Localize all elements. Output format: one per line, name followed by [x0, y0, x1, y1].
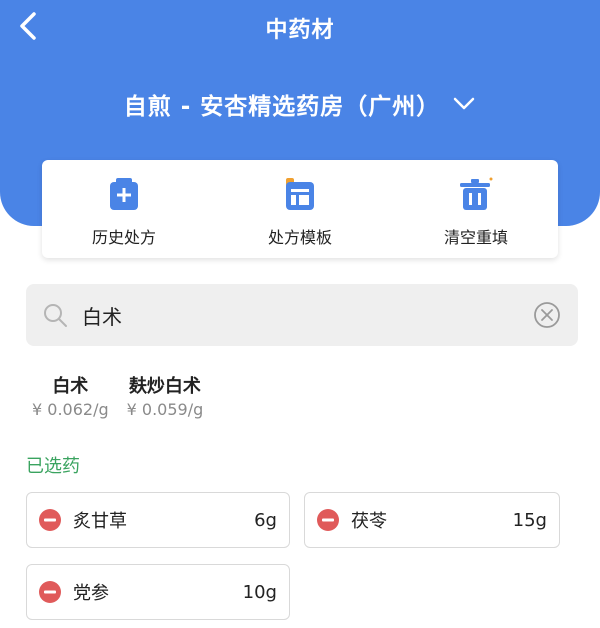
herb-quantity[interactable]: 15g [513, 510, 547, 531]
prescription-template-label: 处方模板 [267, 228, 332, 247]
prescription-template-button[interactable]: 处方模板 [230, 160, 370, 258]
search-icon [44, 304, 67, 327]
page-title: 中药材 [265, 18, 335, 43]
search-results: 白术 ¥ 0.062/g 麸炒白术 ¥ 0.059/g [32, 372, 203, 419]
selected-herb-item[interactable]: 茯苓 15g [304, 492, 560, 548]
result-price: ¥ 0.062/g [32, 400, 109, 419]
store-selector[interactable]: 自煎 - 安杏精选药房（广州） [0, 86, 600, 122]
selected-herb-item[interactable]: 党参 10g [26, 564, 290, 620]
herb-name: 党参 [73, 583, 109, 604]
clear-refill-icon [460, 177, 493, 210]
herb-name: 茯苓 [351, 511, 387, 532]
search-result-item[interactable]: 麸炒白术 ¥ 0.059/g [127, 372, 204, 419]
remove-icon[interactable] [39, 581, 61, 603]
selected-herb-item[interactable]: 炙甘草 6g [26, 492, 290, 548]
clear-search-icon[interactable] [532, 300, 562, 330]
quick-actions-card: 历史处方 处方模板 清空重填 [42, 160, 558, 258]
search-box [26, 284, 578, 346]
herb-quantity[interactable]: 6g [254, 510, 277, 531]
store-name: 自煎 - 安杏精选药房（广州） [123, 94, 441, 120]
search-result-item[interactable]: 白术 ¥ 0.062/g [32, 372, 109, 419]
prescription-template-icon [286, 178, 314, 210]
result-name: 麸炒白术 [128, 376, 201, 397]
selected-section-title: 已选药 [26, 456, 80, 477]
history-prescription-button[interactable]: 历史处方 [54, 160, 194, 258]
history-prescription-label: 历史处方 [91, 228, 156, 247]
result-price: ¥ 0.059/g [126, 400, 204, 419]
remove-icon[interactable] [39, 509, 61, 531]
herb-name: 炙甘草 [73, 511, 127, 532]
clear-refill-button[interactable]: 清空重填 [406, 160, 546, 258]
clear-refill-label: 清空重填 [443, 228, 508, 247]
selected-herbs-list: 炙甘草 6g 茯苓 15g 党参 10g [26, 492, 560, 620]
result-name: 白术 [52, 376, 89, 397]
remove-icon[interactable] [317, 509, 339, 531]
prescription-history-icon [110, 178, 138, 210]
search-input[interactable] [82, 303, 532, 327]
herb-quantity[interactable]: 10g [243, 582, 277, 603]
chevron-down-icon [452, 96, 476, 112]
app-screen: 中药材 自煎 - 安杏精选药房（广州） 历史处方 处方模板 清空重填 白术 白术… [0, 0, 600, 628]
